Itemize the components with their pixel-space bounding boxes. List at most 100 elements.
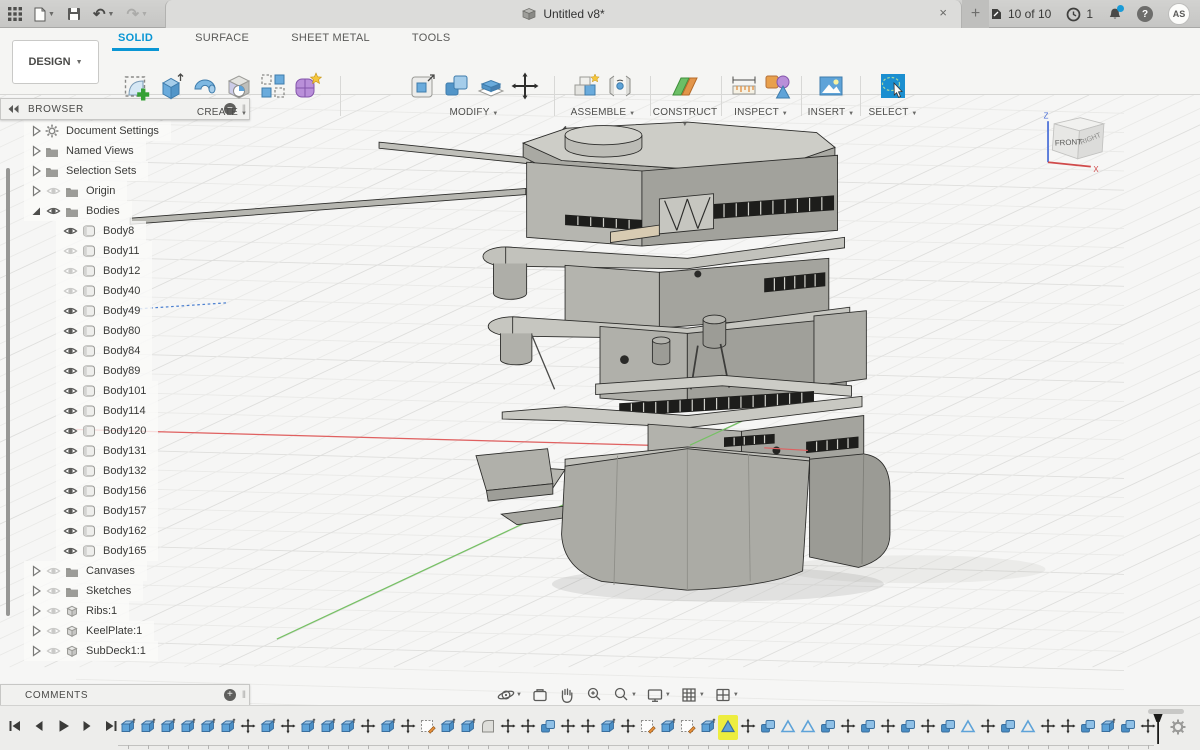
app-menu-icon[interactable] (8, 7, 22, 21)
timeline-feature-mirror[interactable] (958, 715, 978, 740)
timeline-feature-move[interactable] (1038, 715, 1058, 740)
form-icon[interactable] (292, 71, 322, 106)
comments-panel-header[interactable]: COMMENTS + ‖ (0, 684, 250, 706)
ribbon-group-label[interactable]: SELECT ▼ (864, 107, 922, 118)
panel-grip[interactable]: ‖ (242, 690, 245, 701)
ribbon-group-label[interactable]: CONSTRUCT ▼ (652, 107, 718, 129)
add-comment-icon[interactable]: + (224, 689, 236, 701)
ribbon-group-label[interactable]: INSERT ▼ (806, 107, 856, 118)
timeline-position-marker[interactable] (1151, 713, 1165, 750)
new-component-icon[interactable] (571, 71, 601, 106)
undo-icon[interactable]: ↶▼ (93, 5, 115, 23)
fit-icon[interactable]: ▼ (612, 686, 637, 704)
timeline-feature-move[interactable] (238, 715, 258, 740)
ribbon-tab-tools[interactable]: TOOLS (406, 29, 457, 51)
browser-item-sketches[interactable]: Sketches (24, 581, 143, 601)
expand-arrow-icon[interactable] (28, 185, 43, 197)
expand-arrow-icon[interactable] (28, 645, 43, 657)
browser-item-body11[interactable]: Body11 (56, 241, 152, 261)
visibility-eye-icon[interactable] (43, 605, 63, 617)
timeline-feature-extrude[interactable] (598, 715, 618, 740)
timeline-feature-extrude[interactable] (198, 715, 218, 740)
visibility-eye-icon[interactable] (60, 325, 80, 337)
timeline-feature-extrude[interactable] (438, 715, 458, 740)
browser-item-bodies[interactable]: Bodies (24, 201, 132, 221)
expand-arrow-icon[interactable] (28, 605, 43, 617)
browser-item-label[interactable]: Origin (86, 185, 115, 197)
browser-item-body80[interactable]: Body80 (56, 321, 152, 341)
timeline-feature-extrude[interactable] (158, 715, 178, 740)
file-menu-icon[interactable]: ▼ (34, 7, 55, 22)
timeline-feature-mirror[interactable] (798, 715, 818, 740)
display-settings-icon[interactable]: ▼ (646, 686, 671, 704)
timeline-feature-extrude[interactable] (298, 715, 318, 740)
ribbon-group-label[interactable]: CREATE ▼ (108, 107, 336, 118)
select-icon[interactable] (878, 71, 908, 106)
timeline-feature-move[interactable] (578, 715, 598, 740)
step-forward-icon[interactable] (80, 719, 94, 738)
new-tab-button[interactable]: + (962, 0, 989, 28)
timeline-feature-combine[interactable] (858, 715, 878, 740)
timeline-feature-sketch[interactable] (638, 715, 658, 740)
expand-arrow-icon[interactable] (28, 125, 43, 137)
save-icon[interactable] (67, 7, 81, 21)
browser-item-body12[interactable]: Body12 (56, 261, 152, 281)
create-sketch-icon[interactable] (122, 71, 152, 106)
browser-item-selection-sets[interactable]: Selection Sets (24, 161, 148, 181)
visibility-eye-icon[interactable] (43, 565, 63, 577)
browser-item-label[interactable]: Body131 (103, 445, 146, 457)
visibility-eye-icon[interactable] (60, 465, 80, 477)
timeline-feature-move[interactable] (358, 715, 378, 740)
timeline-feature-move[interactable] (738, 715, 758, 740)
browser-item-body49[interactable]: Body49 (56, 301, 152, 321)
pan-icon[interactable] (558, 686, 576, 704)
expand-arrow-icon[interactable] (28, 205, 43, 217)
ribbon-group-label[interactable]: MODIFY ▼ (398, 107, 550, 118)
timeline-feature-move[interactable] (618, 715, 638, 740)
ribbon-group-label[interactable]: ASSEMBLE ▼ (558, 107, 648, 118)
timeline-feature-move[interactable] (558, 715, 578, 740)
zoom-icon[interactable] (585, 686, 603, 704)
timeline-feature-move[interactable] (878, 715, 898, 740)
browser-item-keelplate-1[interactable]: KeelPlate:1 (24, 621, 154, 641)
browser-item-label[interactable]: Body11 (103, 245, 140, 257)
visibility-eye-icon[interactable] (60, 525, 80, 537)
timeline-feature-move[interactable] (498, 715, 518, 740)
timeline-feature-move[interactable] (278, 715, 298, 740)
browser-item-label[interactable]: Body80 (103, 325, 140, 337)
expand-arrow-icon[interactable] (28, 145, 43, 157)
timeline-feature-combine[interactable] (938, 715, 958, 740)
browser-item-label[interactable]: Body157 (103, 505, 146, 517)
ribbon-group-label[interactable]: INSPECT ▼ (724, 107, 798, 118)
timeline-feature-extrude[interactable] (218, 715, 238, 740)
visibility-eye-icon[interactable] (60, 225, 80, 237)
press-pull-icon[interactable] (408, 71, 438, 106)
browser-item-label[interactable]: KeelPlate:1 (86, 625, 142, 637)
timeline-feature-combine[interactable] (898, 715, 918, 740)
timeline-feature-move[interactable] (978, 715, 998, 740)
browser-item-label[interactable]: Body8 (103, 225, 134, 237)
hole-icon[interactable] (224, 71, 254, 106)
browser-item-body156[interactable]: Body156 (56, 481, 158, 501)
visibility-eye-icon[interactable] (43, 585, 63, 597)
visibility-eye-icon[interactable] (43, 185, 63, 197)
visibility-eye-icon[interactable] (43, 625, 63, 637)
job-status[interactable]: 10 of 10 (989, 7, 1051, 21)
visibility-eye-icon[interactable] (60, 505, 80, 517)
browser-item-label[interactable]: Body120 (103, 425, 146, 437)
browser-item-label[interactable]: Body165 (103, 545, 146, 557)
notifications-button[interactable] (1108, 7, 1122, 21)
pattern-icon[interactable] (258, 71, 288, 106)
expand-arrow-icon[interactable] (28, 165, 43, 177)
browser-item-label[interactable]: Canvases (86, 565, 135, 577)
recent-activity[interactable]: 1 (1066, 7, 1093, 22)
timeline-feature-combine[interactable] (818, 715, 838, 740)
grid-settings-icon[interactable]: ▼ (680, 686, 705, 704)
browser-item-body157[interactable]: Body157 (56, 501, 158, 521)
viewport-3d[interactable]: FRONT RIGHT Z X (0, 95, 1200, 750)
browser-item-body131[interactable]: Body131 (56, 441, 158, 461)
timeline-feature-combine[interactable] (758, 715, 778, 740)
timeline-feature-mirror[interactable] (1018, 715, 1038, 740)
browser-item-label[interactable]: Body89 (103, 365, 140, 377)
timeline-feature-extrude[interactable] (378, 715, 398, 740)
